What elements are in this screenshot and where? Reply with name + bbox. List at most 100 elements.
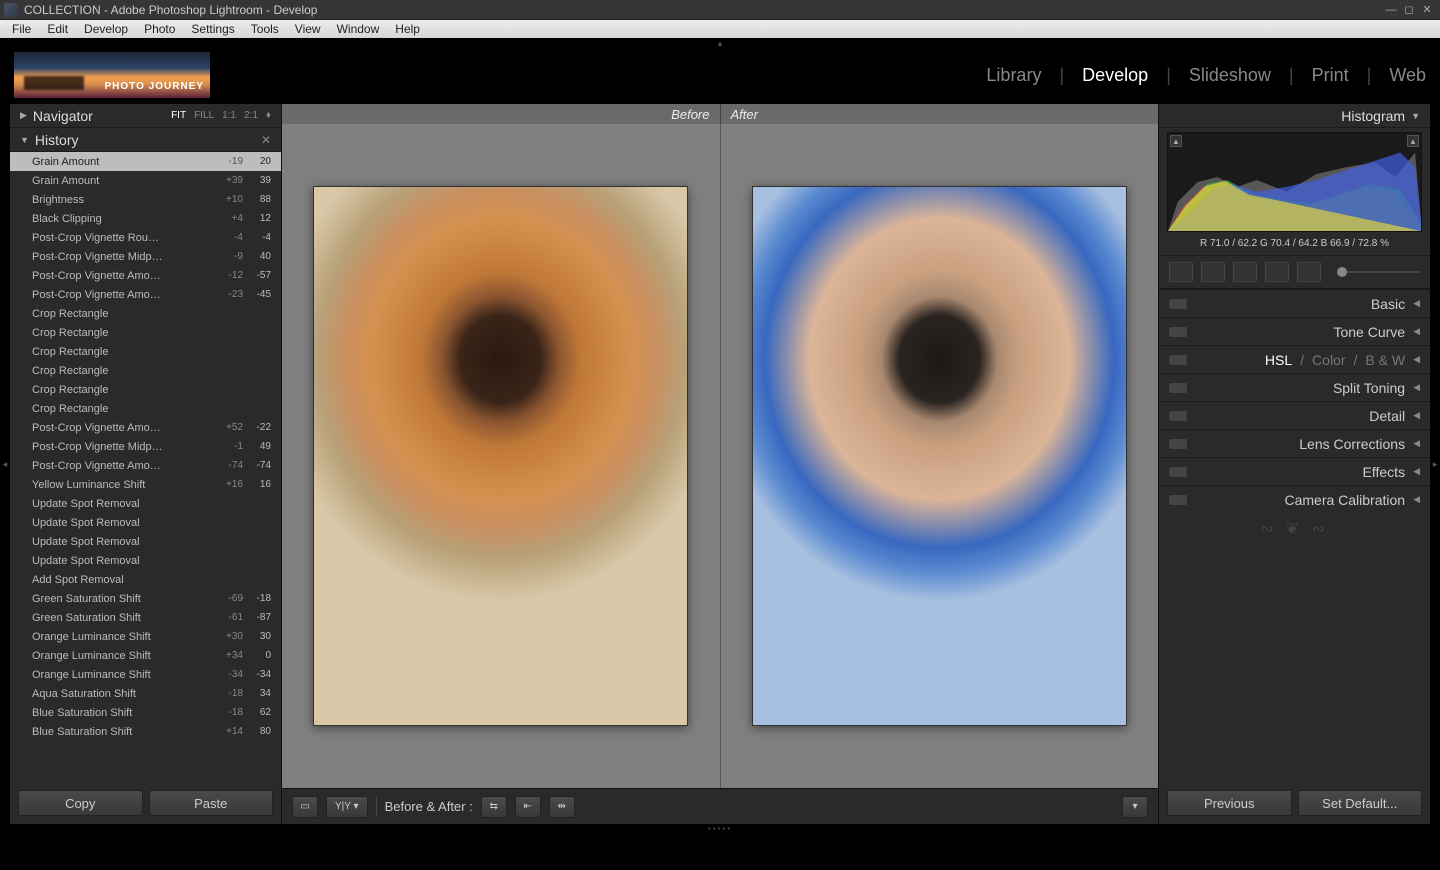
- menu-view[interactable]: View: [287, 22, 329, 36]
- filmstrip-reveal[interactable]: ▪▪▪▪▪: [0, 824, 1440, 832]
- minimize-button[interactable]: —: [1382, 4, 1400, 16]
- history-item[interactable]: Update Spot Removal: [10, 494, 281, 513]
- history-item[interactable]: Update Spot Removal: [10, 513, 281, 532]
- zoom-more-icon[interactable]: ♦: [266, 110, 271, 121]
- history-item[interactable]: Update Spot Removal: [10, 551, 281, 570]
- menu-file[interactable]: File: [4, 22, 39, 36]
- paste-button[interactable]: Paste: [149, 790, 274, 816]
- grad-filter-tool-icon[interactable]: [1265, 262, 1289, 282]
- zoom-2-1[interactable]: 2:1: [244, 110, 258, 121]
- left-panel-reveal[interactable]: ◂: [0, 104, 10, 824]
- dev-panel-tone-curve[interactable]: Tone Curve◀: [1159, 317, 1430, 345]
- highlight-clip-icon[interactable]: ▲: [1407, 135, 1419, 147]
- history-item[interactable]: Crop Rectangle: [10, 342, 281, 361]
- panel-switch[interactable]: [1169, 355, 1187, 365]
- history-item[interactable]: Post-Crop Vignette Amo…-12-57: [10, 266, 281, 285]
- history-item[interactable]: Post-Crop Vignette Rou…-4-4: [10, 228, 281, 247]
- history-item[interactable]: Green Saturation Shift-61-87: [10, 608, 281, 627]
- history-item[interactable]: Blue Saturation Shift-1862: [10, 703, 281, 722]
- history-item[interactable]: Add Spot Removal: [10, 570, 281, 589]
- module-web[interactable]: Web: [1389, 65, 1426, 86]
- dev-panel-basic[interactable]: Basic◀: [1159, 289, 1430, 317]
- history-item[interactable]: Grain Amount+3939: [10, 171, 281, 190]
- brush-tool-icon[interactable]: [1297, 262, 1321, 282]
- history-item[interactable]: Green Saturation Shift-69-18: [10, 589, 281, 608]
- history-item[interactable]: Crop Rectangle: [10, 361, 281, 380]
- module-print[interactable]: Print: [1312, 65, 1349, 86]
- menu-tools[interactable]: Tools: [243, 22, 287, 36]
- tool-slider[interactable]: [1337, 271, 1420, 273]
- history-item[interactable]: Black Clipping+412: [10, 209, 281, 228]
- set-default-button[interactable]: Set Default...: [1298, 790, 1423, 816]
- history-item[interactable]: Post-Crop Vignette Amo…-23-45: [10, 285, 281, 304]
- copy-before-button[interactable]: ⇤: [515, 796, 541, 818]
- history-header[interactable]: ▼ History ✕: [10, 128, 281, 152]
- redeye-tool-icon[interactable]: [1233, 262, 1257, 282]
- history-item[interactable]: Brightness+1088: [10, 190, 281, 209]
- navigator-header[interactable]: ▶ Navigator FIT FILL 1:1 2:1 ♦: [10, 104, 281, 128]
- dev-sub-bw[interactable]: B & W: [1365, 352, 1405, 368]
- panel-switch[interactable]: [1169, 383, 1187, 393]
- dev-panel-lens-corrections[interactable]: Lens Corrections◀: [1159, 429, 1430, 457]
- panel-switch[interactable]: [1169, 439, 1187, 449]
- module-library[interactable]: Library: [986, 65, 1041, 86]
- history-item[interactable]: Crop Rectangle: [10, 399, 281, 418]
- dev-sub-hsl[interactable]: HSL: [1265, 352, 1292, 368]
- menu-photo[interactable]: Photo: [136, 22, 183, 36]
- history-item[interactable]: Crop Rectangle: [10, 304, 281, 323]
- menu-settings[interactable]: Settings: [183, 22, 242, 36]
- dev-sub-color[interactable]: Color: [1312, 352, 1345, 368]
- zoom-1-1[interactable]: 1:1: [222, 110, 236, 121]
- history-item[interactable]: Crop Rectangle: [10, 323, 281, 342]
- menu-window[interactable]: Window: [329, 22, 388, 36]
- menu-develop[interactable]: Develop: [76, 22, 136, 36]
- copy-after-button[interactable]: ⇹: [549, 796, 575, 818]
- panel-switch[interactable]: [1169, 411, 1187, 421]
- close-button[interactable]: ✕: [1418, 3, 1436, 16]
- swap-button[interactable]: ⇆: [481, 796, 507, 818]
- right-panel-reveal[interactable]: ▸: [1430, 104, 1440, 824]
- history-item[interactable]: Orange Luminance Shift+340: [10, 646, 281, 665]
- module-develop[interactable]: Develop: [1082, 65, 1148, 86]
- identity-plate[interactable]: PHOTO JOURNEY: [14, 52, 210, 98]
- before-after-view-button[interactable]: Y|Y ▾: [326, 796, 368, 818]
- dev-panel-detail[interactable]: Detail◀: [1159, 401, 1430, 429]
- history-item[interactable]: Orange Luminance Shift-34-34: [10, 665, 281, 684]
- panel-switch[interactable]: [1169, 327, 1187, 337]
- history-clear-icon[interactable]: ✕: [261, 133, 271, 147]
- loupe-view-button[interactable]: ▭: [292, 796, 318, 818]
- history-item[interactable]: Aqua Saturation Shift-1834: [10, 684, 281, 703]
- panel-switch[interactable]: [1169, 467, 1187, 477]
- dev-panel-split-toning[interactable]: Split Toning◀: [1159, 373, 1430, 401]
- histogram-box[interactable]: ▲ ▲: [1167, 132, 1422, 232]
- history-item[interactable]: Post-Crop Vignette Amo…+52-22: [10, 418, 281, 437]
- history-item[interactable]: Grain Amount-1920: [10, 152, 281, 171]
- history-item[interactable]: Crop Rectangle: [10, 380, 281, 399]
- histogram-header[interactable]: Histogram ▼: [1159, 104, 1430, 128]
- history-item[interactable]: Update Spot Removal: [10, 532, 281, 551]
- shadow-clip-icon[interactable]: ▲: [1170, 135, 1182, 147]
- copy-button[interactable]: Copy: [18, 790, 143, 816]
- before-photo[interactable]: [313, 186, 688, 726]
- history-item[interactable]: Post-Crop Vignette Midp…-940: [10, 247, 281, 266]
- history-item[interactable]: Orange Luminance Shift+3030: [10, 627, 281, 646]
- crop-tool-icon[interactable]: [1169, 262, 1193, 282]
- toolbar-options-button[interactable]: ▾: [1122, 796, 1148, 818]
- previous-button[interactable]: Previous: [1167, 790, 1292, 816]
- spot-removal-tool-icon[interactable]: [1201, 262, 1225, 282]
- panel-switch[interactable]: [1169, 299, 1187, 309]
- zoom-fit[interactable]: FIT: [171, 110, 186, 121]
- maximize-button[interactable]: ◻: [1400, 3, 1418, 16]
- history-item[interactable]: Post-Crop Vignette Amo…-74-74: [10, 456, 281, 475]
- dev-panel-camera-calibration[interactable]: Camera Calibration◀: [1159, 485, 1430, 513]
- zoom-fill[interactable]: FILL: [194, 110, 214, 121]
- module-slideshow[interactable]: Slideshow: [1189, 65, 1271, 86]
- history-item[interactable]: Yellow Luminance Shift+1616: [10, 475, 281, 494]
- panel-switch[interactable]: [1169, 495, 1187, 505]
- after-photo[interactable]: [752, 186, 1127, 726]
- history-item[interactable]: Post-Crop Vignette Midp…-149: [10, 437, 281, 456]
- dev-panel-effects[interactable]: Effects◀: [1159, 457, 1430, 485]
- top-panel-reveal[interactable]: ▴: [0, 38, 1440, 46]
- menu-help[interactable]: Help: [387, 22, 428, 36]
- history-item[interactable]: Blue Saturation Shift+1480: [10, 722, 281, 741]
